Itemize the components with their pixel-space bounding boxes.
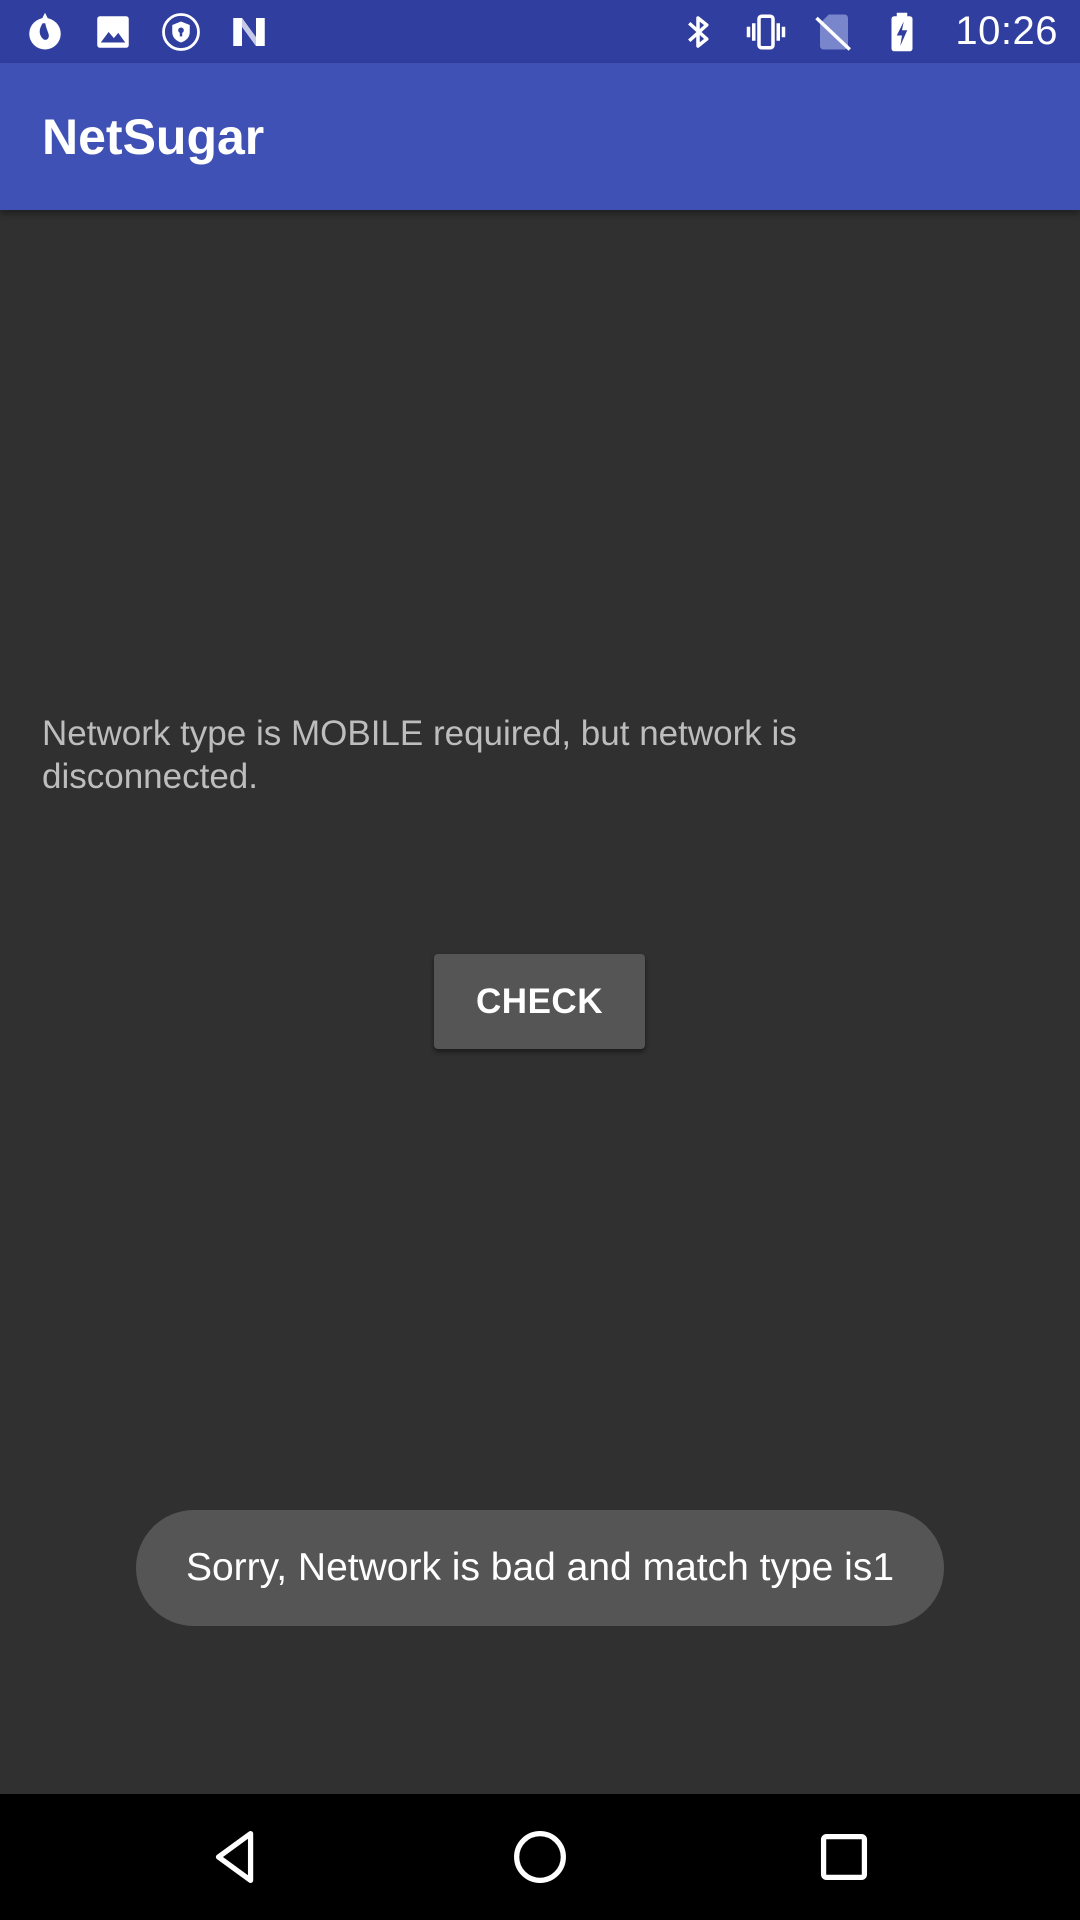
no-sim-icon bbox=[813, 11, 855, 53]
app-bar: NetSugar bbox=[0, 63, 1080, 210]
shield-notification-icon bbox=[160, 11, 202, 53]
status-bar-system: 10:26 bbox=[677, 9, 1058, 54]
app-title: NetSugar bbox=[42, 108, 265, 165]
navigation-bar bbox=[0, 1794, 1080, 1920]
home-icon[interactable] bbox=[505, 1822, 575, 1892]
battery-charging-icon bbox=[881, 11, 923, 53]
image-notification-icon bbox=[92, 11, 134, 53]
screen: 10:26 NetSugar Network type is MOBILE re… bbox=[0, 0, 1080, 1920]
status-bar-clock: 10:26 bbox=[955, 9, 1058, 53]
bluetooth-icon bbox=[677, 11, 719, 53]
network-status-message: Network type is MOBILE required, but net… bbox=[42, 714, 797, 796]
drop-notification-icon bbox=[24, 11, 66, 53]
toast: Sorry, Network is bad and match type is1 bbox=[136, 1510, 944, 1626]
check-button[interactable]: CHECK bbox=[434, 954, 645, 1049]
recents-icon[interactable] bbox=[809, 1822, 879, 1892]
toast-text: Sorry, Network is bad and match type is1 bbox=[185, 1546, 895, 1589]
back-icon[interactable] bbox=[201, 1822, 271, 1892]
status-bar: 10:26 bbox=[0, 0, 1080, 63]
status-bar-notifications bbox=[24, 11, 270, 53]
vibrate-icon bbox=[745, 11, 787, 53]
n-notification-icon bbox=[228, 11, 270, 53]
